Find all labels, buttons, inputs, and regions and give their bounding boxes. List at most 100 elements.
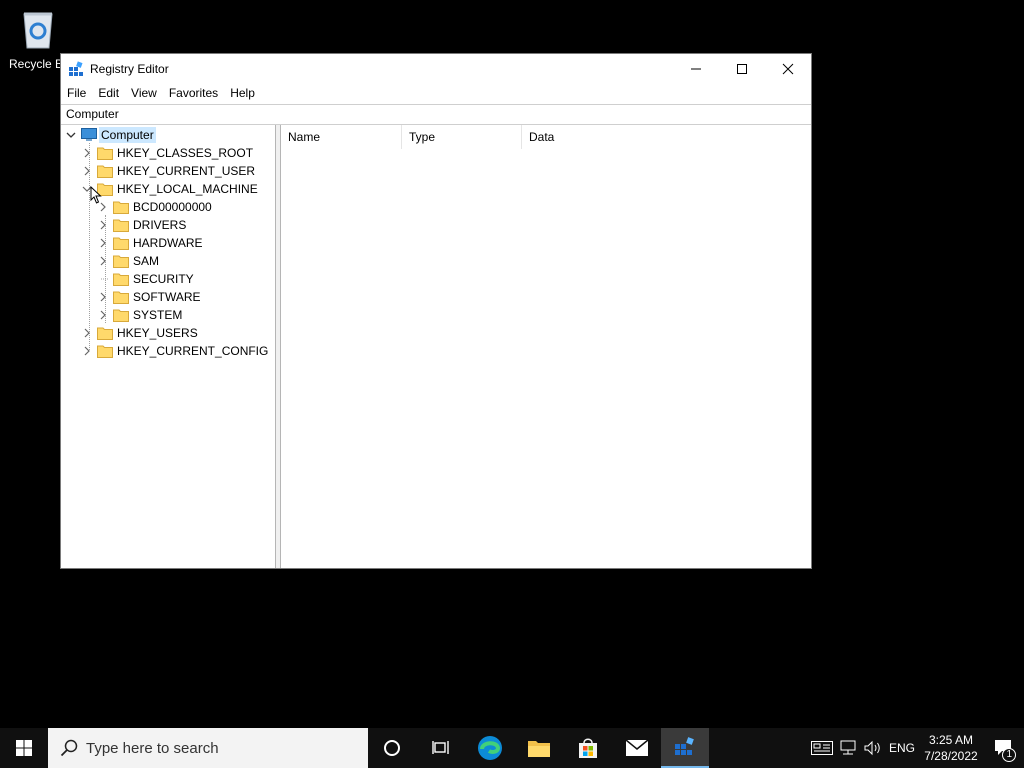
list-header: Name Type Data bbox=[281, 125, 811, 149]
tree-label: SOFTWARE bbox=[133, 290, 201, 304]
mail-icon bbox=[625, 739, 648, 756]
chevron-right-icon[interactable] bbox=[81, 327, 93, 339]
notification-count-badge: 1 bbox=[1002, 748, 1016, 762]
task-view-button[interactable] bbox=[416, 728, 465, 768]
tree-node-bcd00000000[interactable]: BCD00000000 bbox=[97, 198, 214, 216]
folder-icon bbox=[113, 309, 129, 322]
search-placeholder: Type here to search bbox=[86, 739, 219, 757]
search-icon bbox=[60, 739, 78, 757]
folder-icon bbox=[97, 165, 113, 178]
network-button[interactable] bbox=[836, 728, 860, 768]
folder-icon bbox=[97, 147, 113, 160]
column-header-type[interactable]: Type bbox=[402, 125, 522, 149]
chevron-right-icon[interactable] bbox=[97, 309, 109, 321]
tree-label: HKEY_CURRENT_USER bbox=[117, 164, 256, 178]
edge-browser-icon bbox=[477, 736, 502, 760]
cortana-button[interactable] bbox=[368, 728, 416, 768]
folder-icon bbox=[113, 219, 129, 232]
action-center-button[interactable]: 1 bbox=[984, 728, 1024, 768]
tree-node-sam[interactable]: SAM bbox=[97, 252, 161, 270]
folder-icon bbox=[113, 201, 129, 214]
values-list[interactable]: Name Type Data bbox=[281, 125, 811, 568]
maximize-icon bbox=[737, 63, 747, 74]
folder-icon bbox=[113, 291, 129, 304]
folder-icon bbox=[97, 327, 113, 340]
tree-node-drivers[interactable]: DRIVERS bbox=[97, 216, 188, 234]
chevron-right-icon[interactable] bbox=[97, 237, 109, 249]
tree-label: SECURITY bbox=[133, 272, 194, 286]
registry-editor-icon bbox=[675, 737, 694, 755]
taskbar-file-explorer[interactable] bbox=[514, 728, 563, 768]
volume-button[interactable] bbox=[860, 728, 886, 768]
folder-icon bbox=[97, 345, 113, 358]
menu-help[interactable]: Help bbox=[224, 83, 261, 104]
chevron-right-icon[interactable] bbox=[97, 291, 109, 303]
tree-node-software[interactable]: SOFTWARE bbox=[97, 288, 203, 306]
file-explorer-icon bbox=[527, 741, 550, 757]
clock[interactable]: 3:25 AM 7/28/2022 bbox=[918, 732, 984, 764]
tree-node-security[interactable]: SECURITY bbox=[97, 270, 196, 288]
task-view-icon bbox=[431, 741, 449, 754]
clock-date: 7/28/2022 bbox=[924, 749, 978, 763]
close-icon bbox=[782, 63, 794, 74]
start-button[interactable] bbox=[0, 728, 48, 768]
tree-label: BCD00000000 bbox=[133, 200, 212, 214]
chevron-right-icon[interactable] bbox=[97, 219, 109, 231]
menu-file[interactable]: File bbox=[61, 83, 92, 104]
chevron-right-icon[interactable] bbox=[97, 255, 109, 267]
system-tray: ENG 3:25 AM 7/28/2022 1 bbox=[808, 728, 1024, 768]
window-title: Registry Editor bbox=[90, 61, 169, 76]
close-button[interactable] bbox=[765, 54, 811, 83]
tree-node-hkey-current-user[interactable]: HKEY_CURRENT_USER bbox=[81, 162, 257, 180]
title-bar[interactable]: Registry Editor bbox=[61, 54, 811, 83]
folder-icon bbox=[113, 237, 129, 250]
minimize-button[interactable] bbox=[673, 54, 719, 83]
tree-label: SAM bbox=[133, 254, 160, 268]
column-header-data[interactable]: Data bbox=[522, 125, 811, 149]
chevron-right-icon[interactable] bbox=[81, 165, 93, 177]
tree-node-hkey-current-config[interactable]: HKEY_CURRENT_CONFIG bbox=[81, 342, 270, 360]
maximize-button[interactable] bbox=[719, 54, 765, 83]
taskbar: Type here to search ENG 3:25 AM 7/28/202… bbox=[0, 728, 1024, 768]
tree-node-hkey-local-machine[interactable]: HKEY_LOCAL_MACHINE bbox=[81, 180, 260, 198]
menu-bar: File Edit View Favorites Help bbox=[61, 83, 811, 104]
minimize-icon bbox=[691, 68, 701, 69]
taskbar-store[interactable] bbox=[563, 728, 612, 768]
clock-time: 3:25 AM bbox=[928, 733, 974, 747]
tree-label-computer: Computer bbox=[99, 127, 156, 143]
key-tree: Computer HKEY_CLASSES_ROOT HKEY_CURRENT_… bbox=[61, 125, 276, 568]
folder-icon bbox=[113, 273, 129, 286]
tree-node-hkey-users[interactable]: HKEY_USERS bbox=[81, 324, 200, 342]
tree-label: HKEY_USERS bbox=[117, 326, 198, 340]
menu-view[interactable]: View bbox=[125, 83, 163, 104]
speaker-icon bbox=[864, 740, 880, 756]
tree-node-hkey-classes-root[interactable]: HKEY_CLASSES_ROOT bbox=[81, 144, 255, 162]
taskbar-mail[interactable] bbox=[612, 728, 661, 768]
chevron-right-icon[interactable] bbox=[81, 345, 93, 357]
taskbar-edge[interactable] bbox=[465, 728, 514, 768]
folder-icon bbox=[113, 255, 129, 268]
column-header-name[interactable]: Name bbox=[281, 125, 402, 149]
taskbar-search-box[interactable]: Type here to search bbox=[48, 728, 368, 768]
input-language-button[interactable]: ENG bbox=[886, 728, 918, 768]
tree-node-computer[interactable]: Computer bbox=[65, 126, 156, 144]
menu-edit[interactable]: Edit bbox=[92, 83, 125, 104]
cortana-circle-icon bbox=[384, 740, 400, 756]
tray-action-icon[interactable] bbox=[808, 728, 836, 768]
chevron-right-icon[interactable] bbox=[81, 147, 93, 159]
tree-label: SYSTEM bbox=[133, 308, 183, 322]
tree-label: HARDWARE bbox=[133, 236, 203, 250]
tree-label: HKEY_CLASSES_ROOT bbox=[117, 146, 254, 160]
keyboard-icon bbox=[811, 741, 833, 755]
menu-favorites[interactable]: Favorites bbox=[163, 83, 224, 104]
tree-node-hardware[interactable]: HARDWARE bbox=[97, 234, 205, 252]
tree-node-system[interactable]: SYSTEM bbox=[97, 306, 184, 324]
recycle-bin-icon bbox=[23, 12, 53, 49]
registry-editor-window: Registry Editor File Edit View Favorites… bbox=[60, 53, 812, 569]
address-bar[interactable]: Computer bbox=[61, 104, 811, 125]
taskbar-registry-editor[interactable] bbox=[661, 728, 709, 768]
microsoft-store-icon bbox=[578, 738, 597, 758]
computer-icon bbox=[81, 128, 97, 141]
windows-logo-icon bbox=[16, 740, 32, 756]
chevron-down-icon[interactable] bbox=[65, 129, 77, 141]
